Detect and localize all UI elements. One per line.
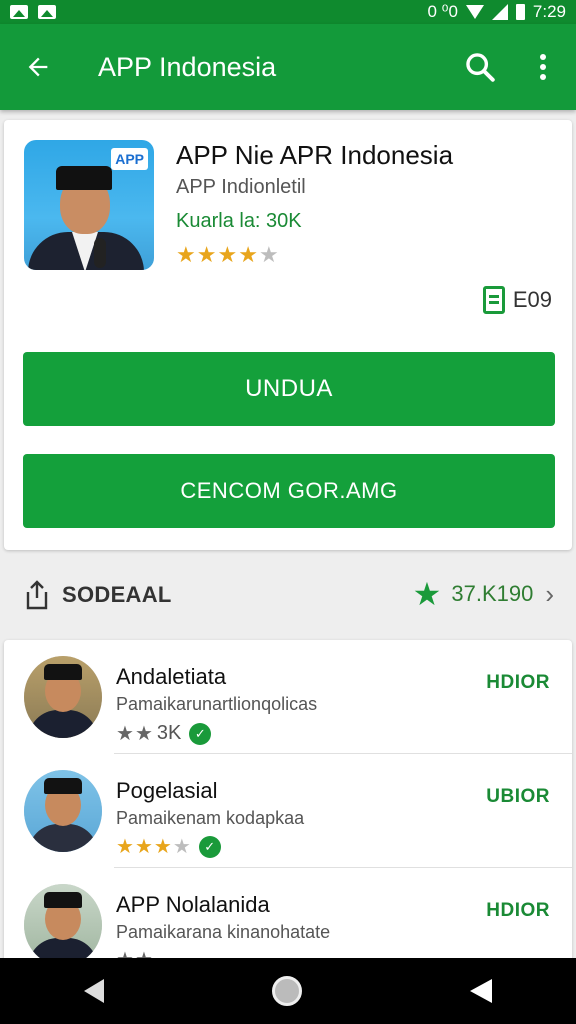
verified-icon: ✓ — [189, 722, 212, 745]
nav-recents-button[interactable] — [470, 979, 492, 1003]
list-item-action[interactable]: HDIOR — [486, 672, 550, 694]
app-size: E09 — [482, 286, 552, 314]
star-empty-icon: ★ — [258, 242, 279, 267]
wifi-icon — [465, 5, 484, 19]
section-rating[interactable]: ★ 37.K190 › — [413, 578, 554, 610]
list-item[interactable]: APP Nolalanida Pamaikarana kinanohatate … — [4, 868, 572, 970]
app-list: Andaletiata Pamaikarunartlionqolicas ★ ★ … — [4, 640, 572, 970]
list-item-stars: ★★ — [116, 724, 153, 744]
list-item-action[interactable]: HDIOR — [486, 900, 550, 922]
status-bar: 0 ⁰0 7:29 — [0, 0, 576, 24]
star-icon: ★ — [412, 576, 442, 612]
app-rating-stars: ★ ★ ★ ★ ★ — [176, 244, 279, 266]
list-item-count: 3K — [156, 722, 182, 744]
microphone-icon — [94, 238, 106, 268]
list-item-name: Andaletiata — [116, 664, 227, 689]
app-developer[interactable]: APP Indionletil — [176, 176, 306, 199]
star-icon: ★ — [217, 242, 238, 267]
search-button[interactable] — [450, 24, 510, 110]
app-detail-card: APP APP Nie APR Indonesia APP Indionleti… — [4, 120, 572, 550]
status-time: 7:29 — [532, 2, 566, 21]
star-icon: ★ — [196, 242, 217, 267]
star-icon: ★ — [134, 836, 153, 858]
chevron-right-icon: › — [545, 578, 554, 609]
app-name: APP Nie APR Indonesia — [176, 140, 454, 170]
avatar-cap — [44, 892, 82, 908]
more-vert-icon — [540, 54, 546, 80]
star-icon: ★ — [238, 242, 258, 267]
portrait-cap — [56, 166, 112, 190]
avatar-cap — [44, 664, 82, 680]
section-rating-text: 37.K190 — [451, 581, 534, 606]
list-item-desc: Pamaikarunartlionqolicas — [116, 694, 318, 714]
back-button[interactable] — [0, 24, 76, 110]
avatar-cap — [44, 778, 82, 794]
star-icon: ★ — [134, 722, 153, 745]
battery-icon — [515, 4, 525, 20]
star-icon: ★ — [153, 836, 172, 858]
star-icon: ★ — [116, 722, 134, 745]
star-icon: ★ — [176, 242, 196, 267]
document-icon — [482, 286, 505, 314]
star-icon: ★ — [116, 836, 134, 858]
secondary-button[interactable]: CENCOM GOR.AMG — [23, 454, 555, 528]
section-label: SODEAAL — [62, 582, 172, 607]
nav-back-button[interactable] — [84, 979, 104, 1003]
list-item[interactable]: Andaletiata Pamaikarunartlionqolicas ★ ★ … — [4, 640, 572, 754]
avatar — [24, 770, 102, 852]
list-item-meta: ★ ★ ★ ★ ✓ — [116, 836, 221, 858]
list-item-desc: Pamaikenam kodapkaa — [116, 808, 305, 828]
list-item-meta: ★ ★ 3K ✓ — [116, 722, 212, 745]
list-item-action[interactable]: UBIOR — [486, 786, 550, 808]
share-icon — [26, 580, 48, 610]
list-item-name: APP Nolalanida — [116, 892, 270, 917]
app-icon-badge: APP — [111, 148, 148, 170]
list-item-name: Pogelasial — [116, 778, 218, 803]
back-arrow-icon — [28, 57, 48, 77]
star-empty-icon: ★ — [172, 836, 191, 858]
page-title: APP Indonesia — [98, 51, 277, 82]
image-icon — [10, 5, 28, 19]
signal-icon — [491, 4, 508, 20]
avatar — [24, 656, 102, 738]
app-size-label: E09 — [512, 287, 552, 312]
nav-home-button[interactable] — [272, 976, 302, 1006]
install-button[interactable]: UNDUA — [23, 352, 555, 426]
app-icon: APP — [24, 140, 154, 270]
search-icon — [466, 53, 495, 82]
status-right: 0 ⁰0 7:29 — [427, 2, 566, 22]
verified-icon: ✓ — [198, 836, 221, 858]
app-bar: APP Indonesia — [0, 24, 576, 110]
system-nav-bar — [0, 958, 576, 1024]
status-indicators: 0 ⁰0 — [427, 2, 458, 21]
more-options-button[interactable] — [510, 24, 576, 110]
section-header[interactable]: SODEAAL ★ 37.K190 › — [0, 562, 576, 628]
image-icon — [38, 5, 56, 19]
app-downloads: Kuarla la: 30K — [176, 210, 302, 232]
list-item-desc: Pamaikarana kinanohatate — [116, 922, 331, 942]
avatar — [24, 884, 102, 966]
list-item-stars: ★ ★ ★ ★ — [116, 837, 191, 857]
status-left — [10, 5, 56, 19]
list-item[interactable]: Pogelasial Pamaikenam kodapkaa ★ ★ ★ ★ ✓ UB… — [4, 754, 572, 868]
